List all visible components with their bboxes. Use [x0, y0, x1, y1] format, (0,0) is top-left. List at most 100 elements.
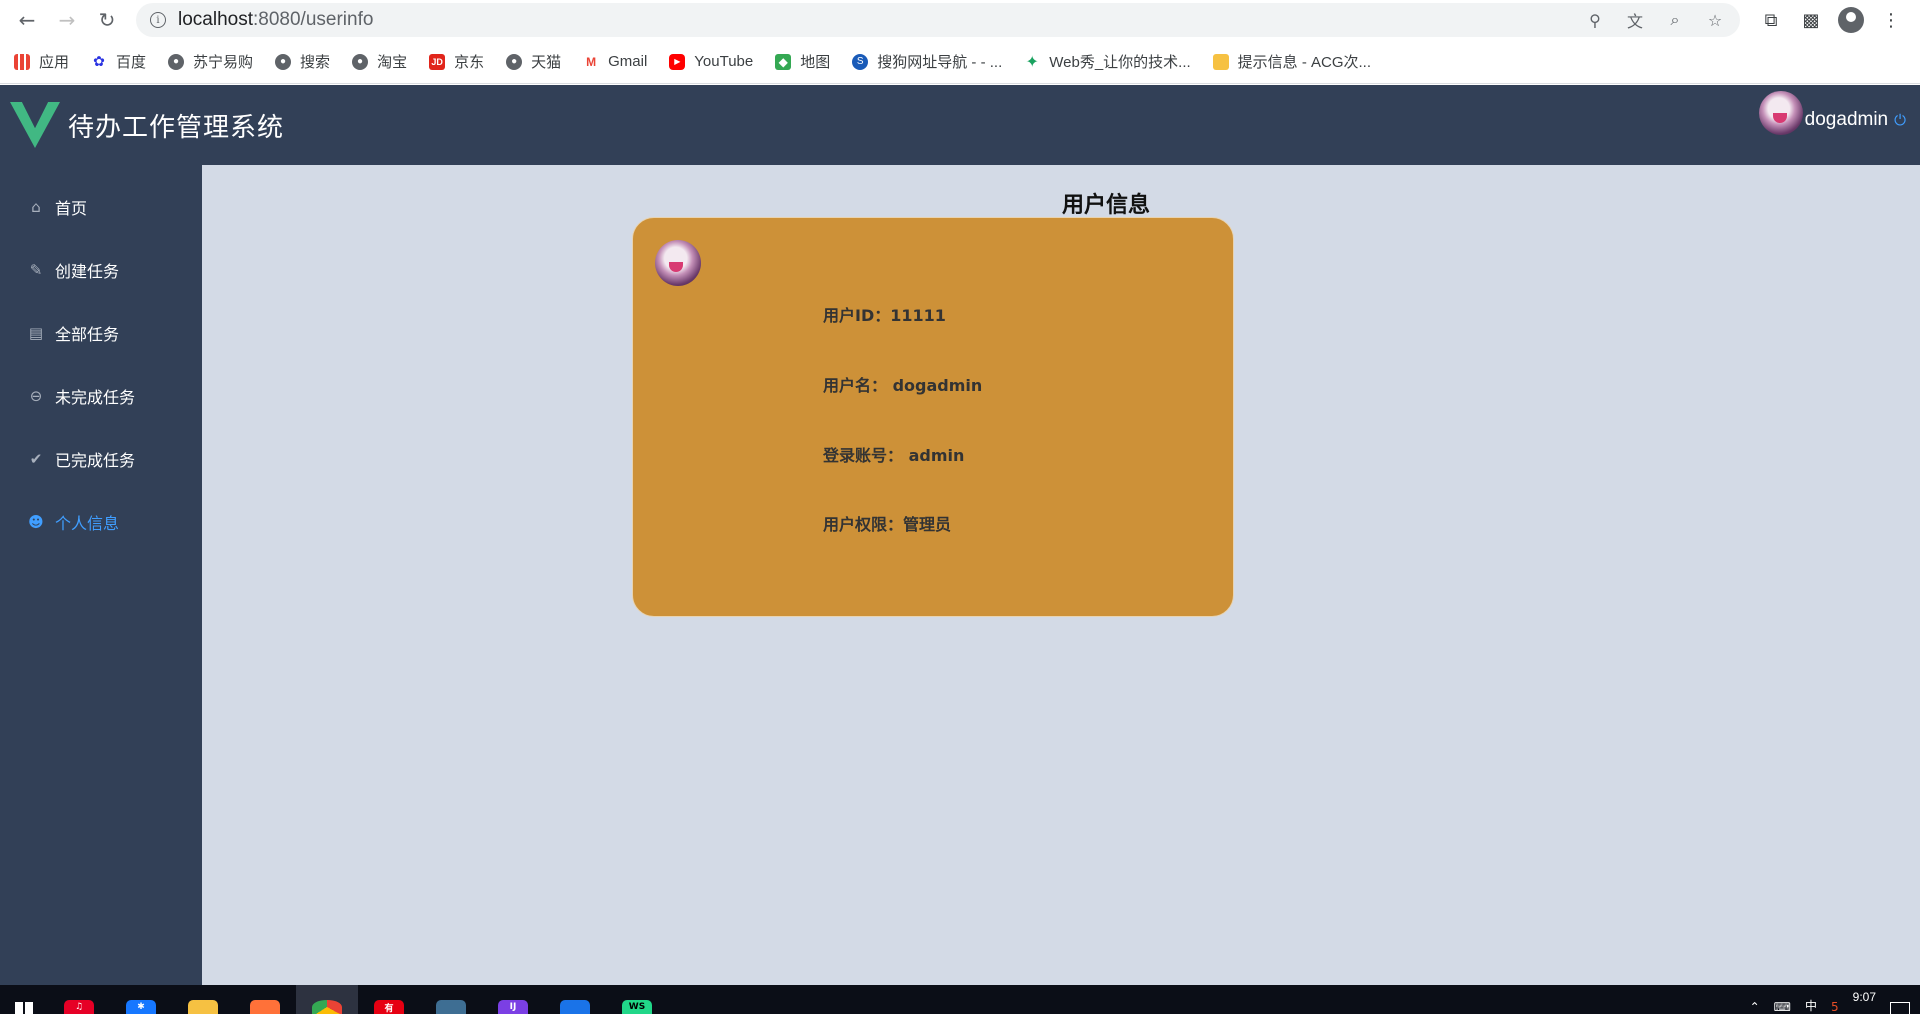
ime-indicator[interactable]: 中 [1805, 997, 1817, 1014]
keyboard-icon[interactable]: ⌨ [1774, 1000, 1791, 1014]
bookmark-acg[interactable]: 提示信息 - ACG次... [1212, 51, 1372, 72]
back-icon[interactable]: ← [10, 3, 44, 37]
url-path: :8080/userinfo [253, 9, 374, 30]
sidebar-item-unfinished-tasks[interactable]: ⊖ 未完成任务 [0, 364, 202, 427]
bookmark-baidu[interactable]: ✿ 百度 [91, 51, 146, 72]
globe-icon: ● [275, 53, 292, 70]
bookmark-sogou[interactable]: S 搜狗网址导航 - - ... [852, 51, 1002, 72]
notification-icon[interactable] [1890, 1002, 1910, 1014]
bookmark-taobao[interactable]: ● 淘宝 [352, 51, 407, 72]
key-icon[interactable]: ⚲ [1584, 11, 1606, 30]
bookmark-label: 天猫 [531, 54, 562, 71]
bookmark-label: 提示信息 - ACG次... [1237, 54, 1372, 71]
vue-logo-icon [8, 98, 62, 152]
bookmark-search[interactable]: ● 搜索 [275, 51, 330, 72]
menu-dots-icon[interactable]: ⋮ [1878, 10, 1904, 31]
baidu-icon: ✿ [93, 53, 105, 69]
url-text[interactable]: localhost:8080/userinfo [178, 9, 373, 31]
gmail-icon: M [586, 54, 597, 69]
page-title: 用户信息 [1062, 193, 1151, 218]
intellij-icon[interactable]: IJ [482, 985, 544, 1014]
bookmark-apps[interactable]: 应用 [14, 51, 69, 72]
user-id-text: 用户ID：11111 [823, 306, 946, 325]
taskbar: ♫ ✱ 有 IJ WS ⌃ ⌨ 中 5 9:07 [0, 985, 1920, 1014]
bookmark-label: 苏宁易购 [193, 54, 254, 71]
blue-app-icon[interactable] [544, 985, 606, 1014]
sidebar-item-label: 个人信息 [55, 513, 120, 533]
bookmark-label: Gmail [608, 53, 648, 70]
header-username[interactable]: dogadmin [1805, 109, 1888, 131]
username-text: 用户名： dogadmin [823, 376, 983, 395]
bookmark-label: 淘宝 [377, 54, 408, 71]
sogou-icon: S [852, 53, 869, 70]
profile-icon[interactable] [1838, 7, 1864, 33]
jd-icon: JD [429, 53, 446, 70]
sidebar-item-all-tasks[interactable]: ▤ 全部任务 [0, 301, 202, 364]
address-bar[interactable]: i localhost:8080/userinfo ⚲ 文 ⌕ ☆ [136, 3, 1740, 37]
card-avatar [655, 240, 701, 286]
file-explorer-icon[interactable] [172, 985, 234, 1014]
sidebar-item-label: 未完成任务 [55, 387, 136, 407]
sidebar-item-label: 首页 [55, 198, 88, 218]
avatar[interactable] [1758, 91, 1803, 135]
bookmarks-bar: 应用 ✿ 百度 ● 苏宁易购 ● 搜索 ● 淘宝 JD 京东 ● 天猫 M Gmail ▶ Yo… [0, 40, 1920, 84]
bookmark-label: Web秀_让你的技术... [1049, 54, 1191, 71]
bookmark-suning[interactable]: ● 苏宁易购 [168, 51, 253, 72]
apps-icon [14, 53, 30, 70]
globe-icon: ● [506, 53, 523, 70]
document-icon: ▤ [28, 323, 44, 342]
html5-icon[interactable]: 5 [1831, 1000, 1839, 1014]
sidebar-item-home[interactable]: ⌂ 首页 [0, 175, 202, 238]
assistant-app-icon[interactable]: ✱ [110, 985, 172, 1014]
bookmark-label: 百度 [116, 54, 147, 71]
avatar [655, 240, 701, 286]
bookmark-label: 京东 [454, 54, 485, 71]
puzzle-icon[interactable]: ▩ [1798, 10, 1824, 31]
bookmark-label: 地图 [800, 54, 831, 71]
sidebar: ⌂ 首页 ✎ 创建任务 ▤ 全部任务 ⊖ 未完成任务 ✔ 已完成任务 ☻ 个人信… [0, 165, 202, 985]
bookmark-maps[interactable]: ◆ 地图 [775, 51, 830, 72]
logout-icon[interactable]: ⏻ [1894, 111, 1906, 129]
bookmark-webxiu[interactable]: ✦ Web秀_让你的技术... [1024, 51, 1191, 72]
url-host: localhost [178, 9, 253, 30]
extension-sync-icon[interactable]: ⧉ [1758, 10, 1784, 31]
bookmark-youtube[interactable]: ▶ YouTube [669, 53, 753, 70]
mysql-icon[interactable] [420, 985, 482, 1014]
bookmark-jd[interactable]: JD 京东 [429, 51, 484, 72]
windows-start-icon[interactable] [0, 985, 48, 1014]
site-info-icon[interactable]: i [150, 12, 166, 28]
role-text: 用户权限：管理员 [823, 515, 952, 534]
translate-icon[interactable]: 文 [1624, 8, 1646, 32]
user-area: dogadmin ⏻ [1758, 91, 1906, 135]
netease-music-icon[interactable]: ♫ [48, 985, 110, 1014]
user-icon: ☻ [28, 512, 44, 531]
app-title: 待办工作管理系统 [68, 112, 285, 143]
account-text: 登录账号： admin [823, 446, 965, 465]
sidebar-item-profile[interactable]: ☻ 个人信息 [0, 490, 202, 553]
zoom-icon[interactable]: ⌕ [1664, 10, 1686, 30]
folder-icon [1212, 53, 1229, 70]
bookmark-label: 应用 [39, 54, 70, 71]
bookmark-tmall[interactable]: ● 天猫 [506, 51, 561, 72]
sidebar-item-create-task[interactable]: ✎ 创建任务 [0, 238, 202, 301]
globe-icon: ● [168, 53, 185, 70]
webxiu-icon: ✦ [1025, 53, 1039, 71]
system-tray: ⌃ ⌨ 中 5 9:07 [1750, 985, 1920, 1014]
tray-chevron-icon[interactable]: ⌃ [1750, 1000, 1760, 1014]
youdao-icon[interactable]: 有 [358, 985, 420, 1014]
star-icon[interactable]: ☆ [1704, 11, 1726, 30]
firefox-icon[interactable] [234, 985, 296, 1014]
sidebar-item-label: 已完成任务 [55, 450, 136, 470]
main-content: 用户信息 用户ID：11111 用户名： dogadmin 登录账号： admi… [202, 165, 1920, 985]
reload-icon[interactable]: ↻ [90, 3, 124, 37]
clock[interactable]: 9:07 [1853, 990, 1876, 1004]
chrome-icon[interactable] [296, 985, 358, 1014]
forward-icon[interactable]: → [50, 3, 84, 37]
check-circle-icon: ✔ [29, 449, 43, 468]
minus-circle-icon: ⊖ [29, 386, 43, 405]
bookmark-label: 搜狗网址导航 - - ... [877, 54, 1003, 71]
home-icon: ⌂ [31, 197, 41, 216]
sidebar-item-finished-tasks[interactable]: ✔ 已完成任务 [0, 427, 202, 490]
webstorm-icon[interactable]: WS [606, 985, 668, 1014]
bookmark-gmail[interactable]: M Gmail [583, 53, 647, 70]
